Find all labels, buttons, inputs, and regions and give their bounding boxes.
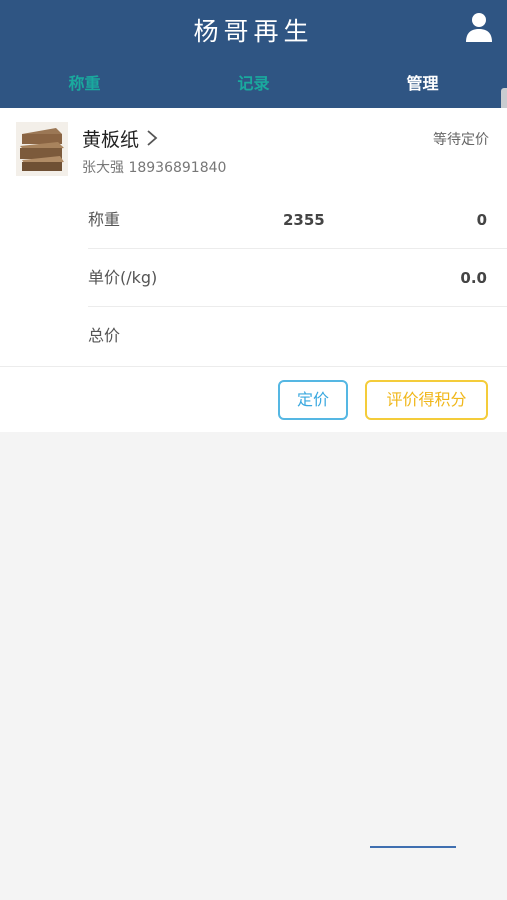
tab-bar: 称重 记录 管理 [0, 62, 507, 108]
total-price-row: 总价 [88, 307, 507, 365]
unit-price-label: 单价(/kg) [88, 268, 158, 287]
tab-weigh[interactable]: 称重 [0, 62, 169, 108]
total-price-label: 总价 [88, 326, 121, 345]
customer-info: 张大强 18936891840 [82, 160, 227, 176]
product-name[interactable]: 黄板纸 [82, 125, 139, 152]
cardboard-stack-thumbnail [16, 122, 68, 176]
home-indicator [370, 846, 456, 848]
chevron-right-icon[interactable] [146, 130, 158, 146]
unit-price-row: 单价(/kg) 0.0 [88, 249, 507, 307]
weight-value: 2355 [283, 211, 325, 229]
tab-records[interactable]: 记录 [169, 62, 338, 108]
rate-earn-points-button[interactable]: 评价得积分 [365, 380, 488, 420]
app-header: 杨哥再生 称重 记录 管理 [0, 0, 507, 108]
set-price-button[interactable]: 定价 [278, 380, 348, 420]
order-card: 黄板纸 等待定价 张大强 18936891840 称重 2355 0 单价(/k… [0, 108, 507, 366]
action-bar: 定价 评价得积分 [0, 366, 507, 432]
user-icon[interactable] [465, 12, 493, 42]
weight-row: 称重 2355 0 [88, 191, 507, 249]
weight-label: 称重 [88, 210, 121, 229]
weight-right-value: 0 [476, 211, 487, 229]
status-text: 等待定价 [433, 132, 489, 148]
tab-manage[interactable]: 管理 [338, 62, 507, 108]
app-title: 杨哥再生 [193, 17, 314, 46]
unit-price-value: 0.0 [460, 269, 487, 287]
